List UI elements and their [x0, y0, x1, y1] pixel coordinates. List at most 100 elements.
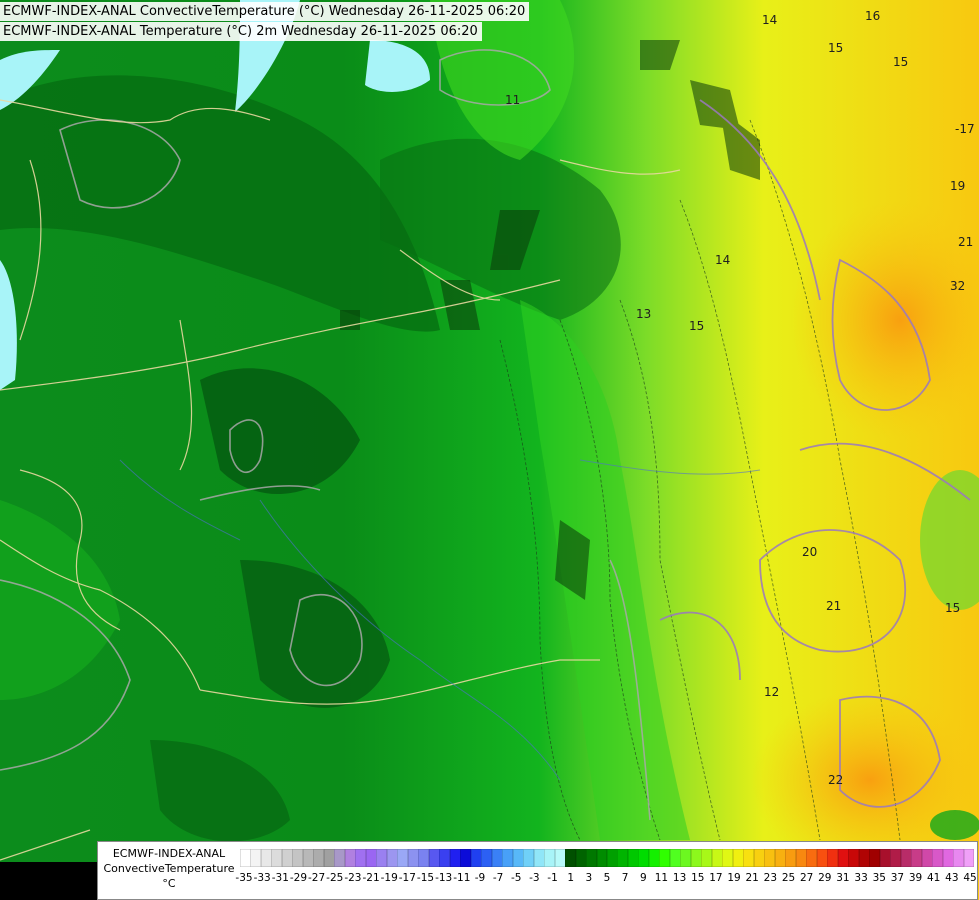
contour-label: 12: [764, 685, 779, 699]
legend-swatch: [942, 849, 954, 867]
legend-swatch: [376, 849, 388, 867]
contour-label: 32: [950, 279, 965, 293]
legend-swatch: [638, 849, 650, 867]
legend-swatch: [627, 849, 639, 867]
legend-model-name: ECMWF-INDEX-ANAL: [112, 847, 226, 860]
legend-tick-label: 13: [672, 872, 687, 884]
legend-swatch: [439, 849, 451, 867]
legend-swatch: [900, 849, 912, 867]
legend-swatch: [659, 849, 671, 867]
contour-label: 21: [958, 235, 973, 249]
legend-swatch: [795, 849, 807, 867]
legend-tick-label: 45: [963, 872, 977, 884]
legend-swatch: [502, 849, 514, 867]
legend-tick-label: 1: [567, 872, 575, 884]
legend-swatch: [313, 849, 325, 867]
legend-swatch: [816, 849, 828, 867]
contour-label: 14: [715, 253, 730, 267]
legend-tick-label: 39: [908, 872, 923, 884]
contour-label: -17: [955, 122, 975, 136]
legend-swatch: [428, 849, 440, 867]
weather-map: 14 16 15 15 -17 11 14 19 21 32 13 15 20 …: [0, 0, 979, 900]
legend-swatch: [858, 849, 870, 867]
legend-tick-label: -27: [308, 872, 326, 884]
legend-tick-label: 31: [836, 872, 850, 884]
legend-tick-label: -9: [474, 872, 486, 884]
legend-tick-label: -15: [416, 872, 435, 884]
legend-swatch: [732, 849, 744, 867]
legend-swatch: [334, 849, 346, 867]
contour-label: 15: [945, 601, 960, 615]
contour-label: 20: [802, 545, 817, 559]
legend-tick-label: 11: [654, 872, 669, 884]
legend-tick-label: 9: [639, 872, 647, 884]
legend-tick-label: 27: [799, 872, 814, 884]
legend-swatch: [292, 849, 304, 867]
legend-tick-label: -7: [492, 872, 504, 884]
legend-swatch: [240, 849, 251, 867]
legend-tick-label: -1: [547, 872, 558, 884]
contour-label: 21: [826, 599, 841, 613]
legend-swatch: [586, 849, 597, 867]
legend-swatch: [806, 849, 818, 867]
legend-tick-label: 35: [872, 872, 886, 884]
legend-swatch: [827, 849, 839, 867]
legend-swatch: [680, 849, 692, 867]
legend-swatch: [953, 849, 964, 867]
legend-swatch: [365, 849, 377, 867]
legend-swatch: [753, 849, 765, 867]
legend-tick-label: 15: [691, 872, 705, 884]
contour-label: 13: [636, 307, 651, 321]
contour-label: 15: [828, 41, 843, 55]
legend-tick-labels: -35 -33 -31 -29 -27 -25 -23 -21 -19 -17 -15 -13 -11-…: [235, 872, 977, 886]
legend-tick-label: -3: [529, 872, 540, 884]
legend-tick-label: -5: [511, 872, 522, 884]
legend-swatch: [890, 849, 902, 867]
legend-color-bar: [240, 849, 975, 867]
legend-swatch: [281, 849, 293, 867]
legend-swatch: [669, 849, 681, 867]
legend-swatch: [848, 849, 860, 867]
legend-tick-label: -29: [289, 872, 308, 884]
legend-swatch: [397, 849, 409, 867]
legend-swatch: [617, 849, 629, 867]
legend-swatch: [491, 849, 503, 867]
legend-swatch: [323, 849, 335, 867]
legend-swatch: [722, 849, 734, 867]
legend-tick-label: -17: [398, 872, 416, 884]
legend-swatch: [260, 849, 272, 867]
legend-tick-label: -25: [326, 872, 344, 884]
legend-swatch: [565, 849, 577, 867]
legend-tick-label: 3: [585, 872, 593, 884]
legend-swatch: [743, 849, 755, 867]
legend-swatch: [932, 849, 944, 867]
legend-tick-label: -31: [271, 872, 289, 884]
legend-variable-name: ConvectiveTemperature: [103, 862, 235, 875]
legend-swatch: [711, 849, 723, 867]
contour-label: 16: [865, 9, 880, 23]
legend-tick-label: 21: [745, 872, 759, 884]
legend-swatch: [449, 849, 461, 867]
legend-swatch: [921, 849, 933, 867]
legend-tick-label: 29: [818, 872, 832, 884]
legend-swatch: [407, 849, 419, 867]
legend-tick-label: -35: [235, 872, 253, 884]
legend-swatch: [774, 849, 786, 867]
contour-label: 11: [505, 93, 520, 107]
legend-swatch: [837, 849, 849, 867]
legend-tick-label: 7: [621, 872, 629, 884]
legend-swatch: [344, 849, 356, 867]
legend-tick-label: 25: [781, 872, 796, 884]
legend-swatch: [302, 849, 314, 867]
legend-swatch: [575, 849, 587, 867]
legend-swatch: [271, 849, 283, 867]
legend-swatch: [250, 849, 262, 867]
legend-tick-label: 43: [945, 872, 959, 884]
legend-swatch: [355, 849, 367, 867]
legend-swatch: [512, 849, 524, 867]
legend-swatch: [386, 849, 398, 867]
legend-tick-label: 41: [927, 872, 941, 884]
contour-label: 14: [762, 13, 777, 27]
legend-swatch: [963, 849, 975, 867]
contour-label: 22: [828, 773, 843, 787]
